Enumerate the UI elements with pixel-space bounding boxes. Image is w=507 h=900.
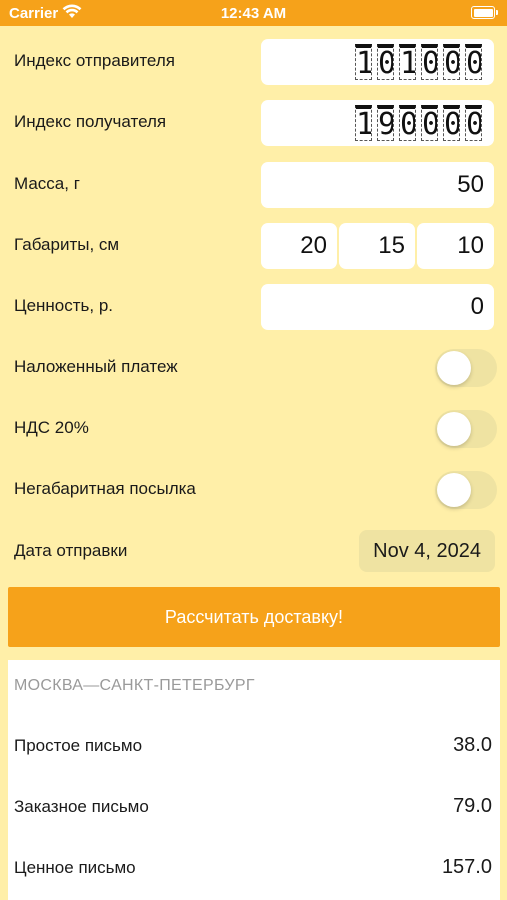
oversized-row: Негабаритная посылка	[0, 465, 507, 515]
route-header: МОСКВА—САНКТ-ПЕТЕРБУРГ	[14, 677, 255, 694]
result-price: 79.0	[453, 795, 492, 817]
result-row: Ценное письмо 157.0	[8, 848, 500, 888]
send-date-label: Дата отправки	[14, 541, 128, 560]
mass-input[interactable]: 50	[261, 162, 494, 208]
oversized-toggle[interactable]	[435, 471, 497, 509]
postal-digit: 0	[443, 44, 460, 80]
value-row: Ценность, р. 0	[0, 282, 507, 332]
postal-digit: 1	[399, 44, 416, 80]
result-name: Заказное письмо	[14, 797, 149, 816]
postal-digit: 0	[377, 44, 394, 80]
postal-digit: 0	[421, 105, 438, 141]
send-date-row: Дата отправки Nov 4, 2024	[0, 527, 507, 577]
status-bar: Carrier 12:43 AM	[0, 0, 507, 26]
postal-digit: 0	[465, 44, 482, 80]
result-row: Заказное письмо 79.0	[8, 787, 500, 827]
value-input[interactable]: 0	[261, 284, 494, 330]
result-name: Простое письмо	[14, 736, 143, 755]
cash-on-delivery-label: Наложенный платеж	[14, 357, 178, 376]
dimension-length-input[interactable]: 20	[261, 223, 337, 269]
send-date-picker[interactable]: Nov 4, 2024	[359, 530, 495, 572]
postal-digit: 0	[443, 105, 460, 141]
postal-digit: 0	[399, 105, 416, 141]
results-panel: МОСКВА—САНКТ-ПЕТЕРБУРГ Простое письмо 38…	[8, 660, 500, 900]
toggle-knob	[437, 412, 471, 446]
result-price: 38.0	[453, 734, 492, 756]
vat-row: НДС 20%	[0, 404, 507, 454]
recipient-index-field[interactable]: 1 9 0 0 0 0	[261, 100, 494, 146]
postal-digit: 0	[421, 44, 438, 80]
toggle-knob	[437, 473, 471, 507]
dimension-height-input[interactable]: 10	[417, 223, 494, 269]
recipient-index-label: Индекс получателя	[14, 112, 167, 131]
sender-index-field[interactable]: 1 0 1 0 0 0	[261, 39, 494, 85]
dimensions-row: Габариты, см 20 15 10	[0, 221, 507, 271]
recipient-index-row: Индекс получателя 1 9 0 0 0 0	[0, 98, 507, 148]
dimension-width-input[interactable]: 15	[339, 223, 415, 269]
calculate-delivery-button[interactable]: Рассчитать доставку!	[8, 587, 500, 647]
toggle-knob	[437, 351, 471, 385]
postal-digit: 9	[377, 105, 394, 141]
postal-digit: 1	[355, 44, 372, 80]
dimensions-label: Габариты, см	[14, 235, 120, 254]
vat-toggle[interactable]	[435, 410, 497, 448]
cash-on-delivery-row: Наложенный платеж	[0, 343, 507, 393]
mass-label: Масса, г	[14, 174, 80, 193]
mass-row: Масса, г 50	[0, 160, 507, 210]
clock: 12:43 AM	[220, 5, 287, 22]
sender-index-row: Индекс отправителя 1 0 1 0 0 0	[0, 37, 507, 87]
postal-digit: 1	[355, 105, 372, 141]
battery-icon	[471, 6, 498, 19]
value-label: Ценность, р.	[14, 296, 114, 315]
result-price: 157.0	[441, 856, 492, 878]
cash-on-delivery-toggle[interactable]	[435, 349, 497, 387]
oversized-label: Негабаритная посылка	[14, 479, 196, 498]
vat-label: НДС 20%	[14, 418, 89, 437]
sender-index-label: Индекс отправителя	[14, 51, 175, 70]
result-name: Ценное письмо	[14, 858, 136, 877]
result-row: Простое письмо 38.0	[8, 726, 500, 766]
postal-digit: 0	[465, 105, 482, 141]
